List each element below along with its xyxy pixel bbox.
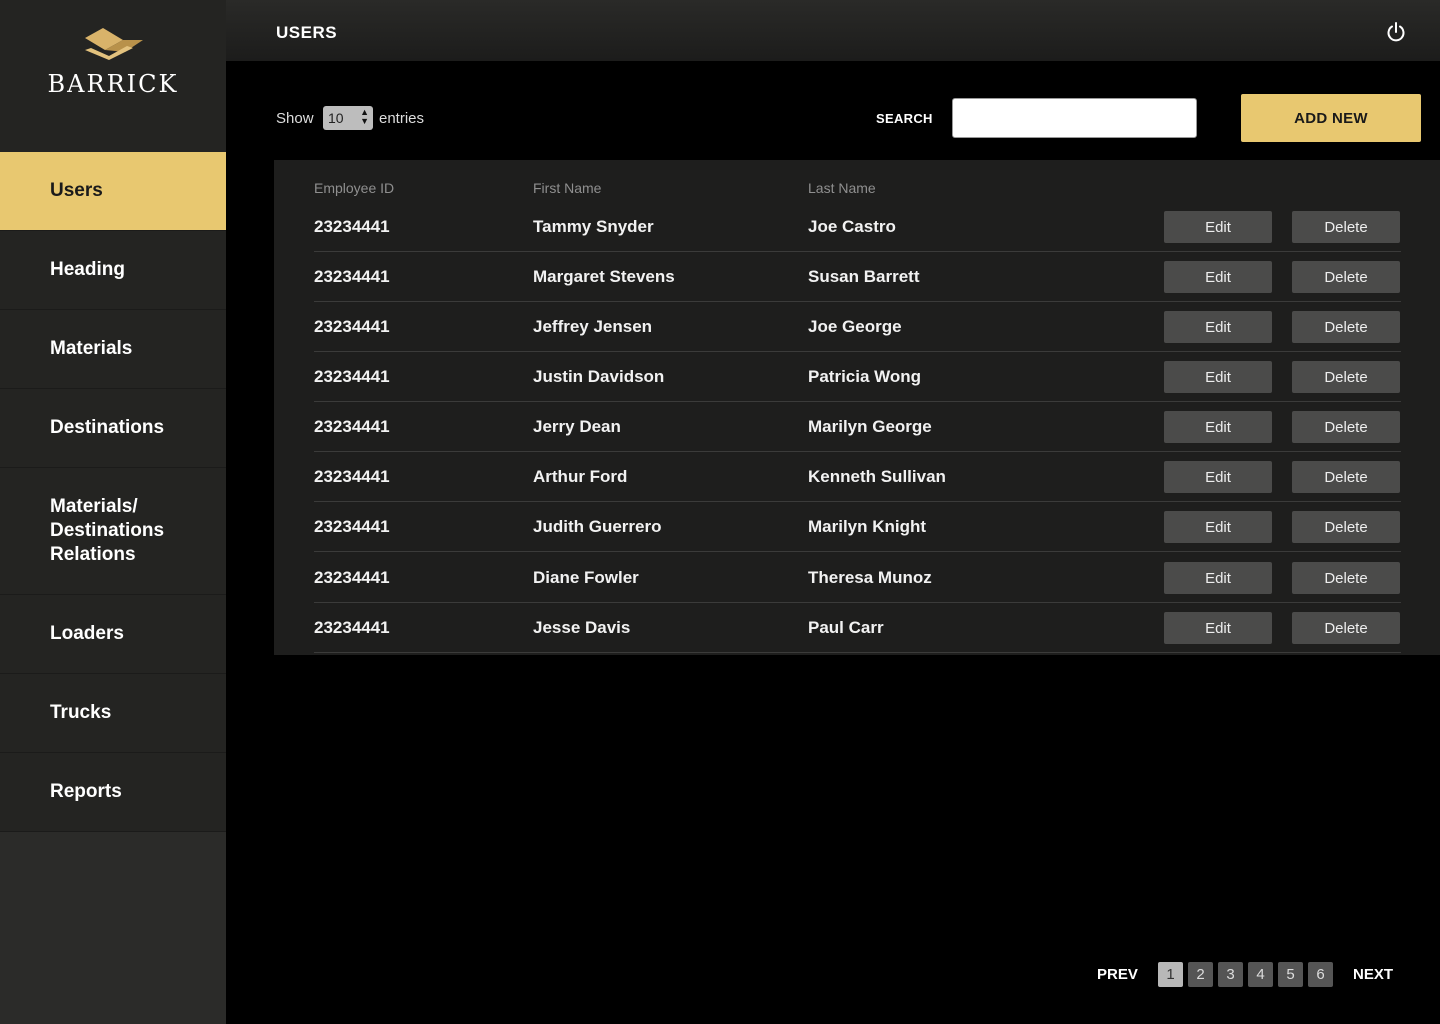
- first-name-cell: Margaret Stevens: [533, 267, 675, 286]
- sidebar-item-users[interactable]: Users: [0, 152, 226, 231]
- show-label: Show: [276, 110, 314, 127]
- column-header-first-name[interactable]: First Name: [533, 180, 601, 196]
- sidebar-item-heading[interactable]: Heading: [0, 231, 226, 310]
- delete-button[interactable]: Delete: [1292, 261, 1400, 293]
- edit-button[interactable]: Edit: [1164, 411, 1272, 443]
- edit-button[interactable]: Edit: [1164, 511, 1272, 543]
- sidebar-item-materials-destinations-relations[interactable]: Materials/ Destinations Relations: [0, 468, 226, 595]
- last-name-cell: Joe George: [808, 317, 902, 336]
- power-icon[interactable]: [1386, 22, 1406, 42]
- page-button-4[interactable]: 4: [1248, 962, 1273, 987]
- delete-button[interactable]: Delete: [1292, 361, 1400, 393]
- sidebar-item-loaders[interactable]: Loaders: [0, 595, 226, 674]
- edit-button[interactable]: Edit: [1164, 562, 1272, 594]
- table-row: 23234441 Tammy Snyder Joe Castro Edit Delete: [314, 202, 1401, 252]
- page-title: USERS: [276, 23, 338, 42]
- first-name-cell: Jeffrey Jensen: [533, 317, 653, 336]
- edit-button[interactable]: Edit: [1164, 612, 1272, 644]
- delete-button[interactable]: Delete: [1292, 461, 1400, 493]
- first-name-cell: Judith Guerrero: [533, 517, 662, 536]
- column-header-employee-id[interactable]: Employee ID: [314, 180, 394, 196]
- sidebar-item-label: Materials: [50, 338, 133, 359]
- sidebar-item-materials[interactable]: Materials: [0, 310, 226, 389]
- edit-button[interactable]: Edit: [1164, 211, 1272, 243]
- entries-value: 10: [328, 110, 344, 126]
- employee-id-cell: 23234441: [314, 568, 390, 587]
- sidebar-item-label: Loaders: [50, 623, 124, 644]
- employee-id-cell: 23234441: [314, 417, 390, 436]
- delete-button[interactable]: Delete: [1292, 612, 1400, 644]
- delete-button[interactable]: Delete: [1292, 562, 1400, 594]
- first-name-cell: Diane Fowler: [533, 568, 639, 587]
- table-row: 23234441 Diane Fowler Theresa Munoz Edit Del…: [314, 553, 1401, 603]
- delete-button[interactable]: Delete: [1292, 211, 1400, 243]
- last-name-cell: Theresa Munoz: [808, 568, 932, 587]
- top-bar: USERS: [226, 0, 1440, 61]
- sidebar-item-label: Trucks: [50, 702, 112, 723]
- last-name-cell: Joe Castro: [808, 217, 896, 236]
- employee-id-cell: 23234441: [314, 317, 390, 336]
- page-button-5[interactable]: 5: [1278, 962, 1303, 987]
- table-row: 23234441 Jeffrey Jensen Joe George Edit Dele…: [314, 302, 1401, 352]
- stepper-arrows-icon: ▲ ▼: [360, 107, 369, 126]
- logo-text: BARRICK: [47, 70, 179, 98]
- last-name-cell: Paul Carr: [808, 618, 884, 637]
- brand-logo[interactable]: BARRICK: [0, 0, 226, 152]
- first-name-cell: Justin Davidson: [533, 367, 665, 386]
- first-name-cell: Jesse Davis: [533, 618, 631, 637]
- entries-select[interactable]: 10 ▲ ▼: [323, 106, 373, 130]
- table-row: 23234441 Jerry Dean Marilyn George Edit Dele…: [314, 402, 1401, 452]
- sidebar-item-label: Reports: [50, 781, 122, 802]
- employee-id-cell: 23234441: [314, 467, 390, 486]
- table-row: 23234441 Margaret Stevens Susan Barrett Edi…: [314, 252, 1401, 302]
- edit-button[interactable]: Edit: [1164, 311, 1272, 343]
- sidebar-item-label: Heading: [50, 259, 125, 280]
- employee-id-cell: 23234441: [314, 267, 390, 286]
- entries-label: entries: [379, 110, 425, 127]
- page-button-1[interactable]: 1: [1158, 962, 1183, 987]
- delete-button[interactable]: Delete: [1292, 511, 1400, 543]
- edit-button[interactable]: Edit: [1164, 261, 1272, 293]
- delete-button[interactable]: Delete: [1292, 411, 1400, 443]
- sidebar-item-label: Materials/ Destinations Relations: [50, 496, 165, 565]
- last-name-cell: Marilyn George: [808, 417, 932, 436]
- sidebar-item-label: Users: [50, 180, 103, 201]
- sidebar-item-reports[interactable]: Reports: [0, 753, 226, 832]
- first-name-cell: Arthur Ford: [533, 467, 628, 486]
- employee-id-cell: 23234441: [314, 217, 390, 236]
- table-row: 23234441 Judith Guerrero Marilyn Knight Edi…: [314, 502, 1401, 552]
- edit-button[interactable]: Edit: [1164, 361, 1272, 393]
- sidebar-item-label: Destinations: [50, 417, 165, 438]
- sidebar-item-trucks[interactable]: Trucks: [0, 674, 226, 753]
- page-button-3[interactable]: 3: [1218, 962, 1243, 987]
- search-label: SEARCH: [876, 111, 933, 126]
- table-row: 23234441 Arthur Ford Kenneth Sullivan Edit D…: [314, 452, 1401, 502]
- employee-id-cell: 23234441: [314, 618, 390, 637]
- edit-button[interactable]: Edit: [1164, 461, 1272, 493]
- sidebar-item-destinations[interactable]: Destinations: [0, 389, 226, 468]
- prev-page-button[interactable]: PREV: [1097, 966, 1138, 983]
- first-name-cell: Tammy Snyder: [533, 217, 654, 236]
- next-page-button[interactable]: NEXT: [1353, 966, 1393, 983]
- last-name-cell: Marilyn Knight: [808, 517, 927, 536]
- page-button-6[interactable]: 6: [1308, 962, 1333, 987]
- last-name-cell: Patricia Wong: [808, 367, 922, 386]
- page-button-2[interactable]: 2: [1188, 962, 1213, 987]
- delete-button[interactable]: Delete: [1292, 311, 1400, 343]
- column-header-last-name[interactable]: Last Name: [808, 180, 876, 196]
- first-name-cell: Jerry Dean: [533, 417, 621, 436]
- sidebar-filler: [0, 832, 226, 1024]
- employee-id-cell: 23234441: [314, 367, 390, 386]
- search-input[interactable]: [952, 98, 1197, 138]
- table-row: 23234441 Justin Davidson Patricia Wong Edit…: [314, 352, 1401, 402]
- last-name-cell: Susan Barrett: [808, 267, 920, 286]
- barrick-logo-icon: [85, 28, 143, 60]
- last-name-cell: Kenneth Sullivan: [808, 467, 946, 486]
- add-new-button[interactable]: ADD NEW: [1241, 94, 1421, 142]
- table-row: 23234441 Jesse Davis Paul Carr Edit Delete: [314, 603, 1401, 653]
- employee-id-cell: 23234441: [314, 517, 390, 536]
